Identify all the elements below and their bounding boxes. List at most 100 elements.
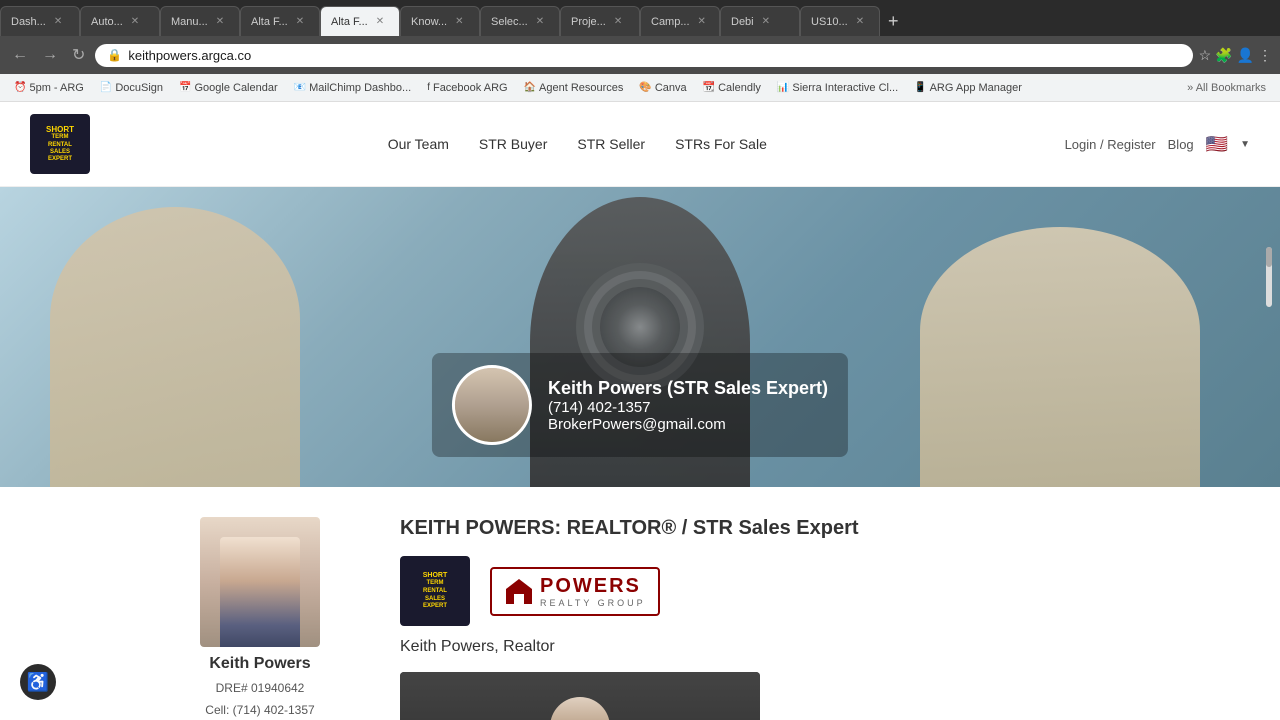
tab-debi[interactable]: Debi✕	[720, 6, 800, 36]
tab-know[interactable]: Know...✕	[400, 6, 480, 36]
tab-close-selec[interactable]: ✕	[536, 16, 544, 27]
lock-icon: 🔒	[107, 48, 122, 62]
site-header-right: Login / Register Blog 🇺🇸 ▼	[1065, 134, 1250, 155]
bookmark-label-docusign: DocuSign	[115, 82, 163, 94]
reload-button[interactable]: ↻	[68, 43, 89, 67]
nav-str-buyer[interactable]: STR Buyer	[479, 132, 547, 156]
tab-close-us10[interactable]: ✕	[856, 16, 864, 27]
url-text: keithpowers.argca.co	[128, 48, 1180, 63]
tab-auto[interactable]: Auto...✕	[80, 6, 160, 36]
scrollbar[interactable]	[1266, 247, 1272, 307]
profile-photo	[200, 517, 320, 647]
tab-altaf2[interactable]: Alta F...✕	[320, 6, 400, 36]
tab-altaf1[interactable]: Alta F...✕	[240, 6, 320, 36]
accessibility-button[interactable]: ♿	[20, 664, 56, 700]
bookmark-mailchimp[interactable]: 📧 MailChimp Dashbo...	[288, 80, 418, 96]
logo-line4: SALES	[50, 149, 70, 156]
agent-avatar-image	[455, 368, 529, 442]
bookmark-label-agent: Agent Resources	[539, 82, 623, 94]
agent-overlay: Keith Powers (STR Sales Expert) (714) 40…	[432, 353, 848, 457]
bookmark-calendly[interactable]: 📆 Calendly	[697, 80, 767, 96]
nav-strs-for-sale[interactable]: STRs For Sale	[675, 132, 767, 156]
bookmark-docusign[interactable]: 📄 DocuSign	[94, 80, 169, 96]
bookmark-5pm[interactable]: ⏰ 5pm - ARG	[8, 80, 90, 96]
browser-frame: Dash...✕ Auto...✕ Manu...✕ Alta F...✕ Al…	[0, 0, 1280, 102]
bookmark-label-canva: Canva	[655, 82, 687, 94]
nav-str-seller[interactable]: STR Seller	[577, 132, 645, 156]
site-nav: Our Team STR Buyer STR Seller STRs For S…	[130, 132, 1025, 156]
str-logo-line2: TERM	[427, 580, 444, 588]
star-icon[interactable]: ☆	[1199, 47, 1212, 64]
extensions-icon[interactable]: 🧩	[1215, 47, 1232, 64]
tab-close-camp[interactable]: ✕	[698, 16, 706, 27]
bookmark-label-facebook: Facebook ARG	[433, 82, 508, 94]
video-person-figure	[550, 697, 610, 720]
bookmark-icon-mailchimp: 📧	[294, 82, 306, 93]
tab-us10[interactable]: US10...✕	[800, 6, 880, 36]
nav-our-team[interactable]: Our Team	[388, 132, 449, 156]
bookmark-arg-app[interactable]: 📱 ARG App Manager	[908, 80, 1028, 96]
str-logo-line1: SHORT	[423, 571, 448, 580]
forward-button[interactable]: →	[38, 44, 62, 66]
tab-dash[interactable]: Dash...✕	[0, 6, 80, 36]
str-logo-line4: SALES	[425, 596, 445, 604]
tab-close-altaf2[interactable]: ✕	[376, 16, 384, 27]
tab-close-dash[interactable]: ✕	[54, 16, 62, 27]
bookmark-sierra[interactable]: 📊 Sierra Interactive Cl...	[771, 80, 904, 96]
menu-icon[interactable]: ⋮	[1258, 47, 1272, 64]
bookmark-icon-agent: 🏠	[524, 82, 536, 93]
back-button[interactable]: ←	[8, 44, 32, 66]
tab-close-manu[interactable]: ✕	[216, 16, 224, 27]
browser-icons-group: ☆ 🧩 👤 ⋮	[1199, 47, 1272, 64]
bookmark-label-mailchimp: MailChimp Dashbo...	[309, 82, 411, 94]
bookmark-label-sierra: Sierra Interactive Cl...	[792, 82, 898, 94]
bookmark-facebook[interactable]: f Facebook ARG	[421, 80, 513, 96]
bookmark-icon-calendly: 📆	[703, 82, 715, 93]
url-box[interactable]: 🔒 keithpowers.argca.co	[95, 44, 1192, 67]
bookmark-icon-facebook: f	[427, 82, 430, 93]
tab-close-auto[interactable]: ✕	[131, 16, 139, 27]
accessibility-icon: ♿	[27, 672, 49, 693]
tab-manu[interactable]: Manu...✕	[160, 6, 240, 36]
flag-icon[interactable]: 🇺🇸	[1206, 134, 1228, 155]
new-tab-button[interactable]: +	[880, 11, 907, 32]
str-logo-line5: EXPERT	[423, 603, 447, 611]
agent-hero-name: Keith Powers (STR Sales Expert)	[548, 378, 828, 399]
video-person-bg	[400, 672, 760, 720]
agent-profile-card: Keith Powers DRE# 01940642 Cell: (714) 4…	[180, 517, 340, 720]
blog-button[interactable]: Blog	[1168, 137, 1194, 152]
tab-close-debi[interactable]: ✕	[762, 16, 770, 27]
tab-close-proje[interactable]: ✕	[614, 16, 622, 27]
str-expert-logo: SHORT TERM RENTAL SALES EXPERT	[400, 556, 470, 626]
bookmark-icon-arg: 📱	[914, 82, 926, 93]
powers-realty-logo: POWERS REALTY GROUP	[490, 567, 660, 616]
tab-proje[interactable]: Proje...✕	[560, 6, 640, 36]
address-bar: ← → ↻ 🔒 keithpowers.argca.co ☆ 🧩 👤 ⋮	[0, 36, 1280, 74]
agent-card-cell: Cell: (714) 402-1357	[205, 703, 314, 717]
profile-icon[interactable]: 👤	[1237, 47, 1254, 64]
realtor-name: Keith Powers, Realtor	[400, 638, 1100, 656]
bookmark-canva[interactable]: 🎨 Canva	[633, 80, 692, 96]
agent-main-title: KEITH POWERS: REALTOR® / STR Sales Exper…	[400, 517, 1100, 540]
login-register-button[interactable]: Login / Register	[1065, 137, 1156, 152]
language-dropdown-arrow[interactable]: ▼	[1240, 139, 1250, 150]
content-section: Keith Powers DRE# 01940642 Cell: (714) 4…	[0, 487, 1280, 720]
bookmark-google-cal[interactable]: 📅 Google Calendar	[173, 80, 284, 96]
bookmarks-more[interactable]: » All Bookmarks	[1181, 80, 1272, 96]
video-player[interactable]: ▶ 0:00 / 0:48 🔊 ⛶ ⋮	[400, 672, 760, 720]
bookmark-agent-res[interactable]: 🏠 Agent Resources	[518, 80, 630, 96]
bookmark-label-gcal: Google Calendar	[194, 82, 277, 94]
logo-line3: RENTAL	[48, 142, 72, 149]
tab-camp[interactable]: Camp...✕	[640, 6, 720, 36]
tab-selec[interactable]: Selec...✕	[480, 6, 560, 36]
scroll-thumb[interactable]	[1266, 247, 1272, 267]
tab-bar: Dash...✕ Auto...✕ Manu...✕ Alta F...✕ Al…	[0, 0, 1280, 36]
tab-close-know[interactable]: ✕	[455, 16, 463, 27]
powers-subtext: REALTY GROUP	[540, 598, 646, 608]
agent-card-dre: DRE# 01940642	[216, 681, 305, 695]
site-logo[interactable]: SHORT TERM RENTAL SALES EXPERT	[30, 114, 90, 174]
tab-close-altaf1[interactable]: ✕	[296, 16, 304, 27]
agent-hero-phone: (714) 402-1357	[548, 399, 828, 416]
agent-card-name: Keith Powers	[209, 655, 310, 673]
bookmark-icon-sierra: 📊	[777, 82, 789, 93]
